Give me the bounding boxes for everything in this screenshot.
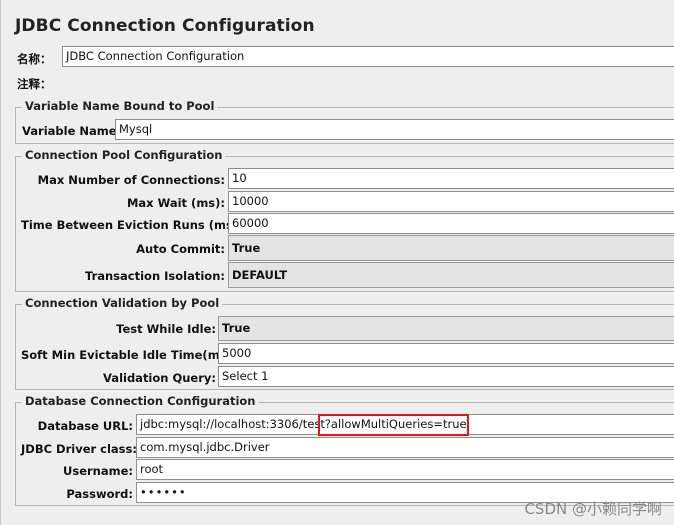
password-label: Password: <box>66 487 133 501</box>
pool-group-legend: Connection Pool Configuration <box>22 148 226 162</box>
name-label: 名称： <box>17 52 52 66</box>
comment-label: 注释： <box>17 77 52 91</box>
max-wait-label: Max Wait (ms): <box>126 196 225 210</box>
soft-min-idle-field[interactable]: 5000 <box>218 343 674 364</box>
page-title: JDBC Connection Configuration <box>15 16 315 36</box>
db-group-legend: Database Connection Configuration <box>22 394 259 408</box>
max-wait-field[interactable]: 10000 <box>228 191 674 212</box>
validation-group-legend: Connection Validation by Pool <box>22 296 223 310</box>
eviction-runs-field[interactable]: 60000 <box>228 213 674 234</box>
comment-field[interactable] <box>62 72 674 93</box>
soft-min-idle-label: Soft Min Evictable Idle Time(ms): <box>21 348 237 362</box>
variable-group-legend: Variable Name Bound to Pool <box>22 99 218 113</box>
name-field[interactable]: JDBC Connection Configuration <box>62 46 674 67</box>
variable-name-field[interactable]: Mysql <box>115 119 674 140</box>
jdbc-driver-label: JDBC Driver class: <box>21 442 137 456</box>
test-while-idle-select[interactable]: True <box>218 316 674 341</box>
username-label: Username: <box>63 464 133 478</box>
auto-commit-select[interactable]: True <box>228 235 674 261</box>
csdn-watermark: CSDN @小赖同学啊 <box>524 500 662 518</box>
max-connections-label: Max Number of Connections: <box>37 173 225 187</box>
url-param-highlight <box>318 414 469 436</box>
transaction-isolation-select[interactable]: DEFAULT <box>228 262 674 288</box>
eviction-runs-label: Time Between Eviction Runs (ms): <box>21 218 243 232</box>
database-url-label: Database URL: <box>37 419 133 433</box>
max-connections-field[interactable]: 10 <box>228 168 674 189</box>
validation-query-field[interactable]: Select 1 <box>218 366 674 387</box>
test-while-idle-label: Test While Idle: <box>116 322 216 336</box>
jdbc-config-panel: JDBC Connection Configuration 名称： JDBC C… <box>0 0 674 525</box>
auto-commit-label: Auto Commit: <box>136 242 225 256</box>
transaction-isolation-label: Transaction Isolation: <box>84 269 225 283</box>
variable-name-label: Variable Name: <box>22 124 122 138</box>
validation-query-label: Validation Query: <box>103 371 216 385</box>
jdbc-driver-field[interactable]: com.mysql.jdbc.Driver <box>136 437 674 458</box>
username-field[interactable]: root <box>136 459 674 480</box>
